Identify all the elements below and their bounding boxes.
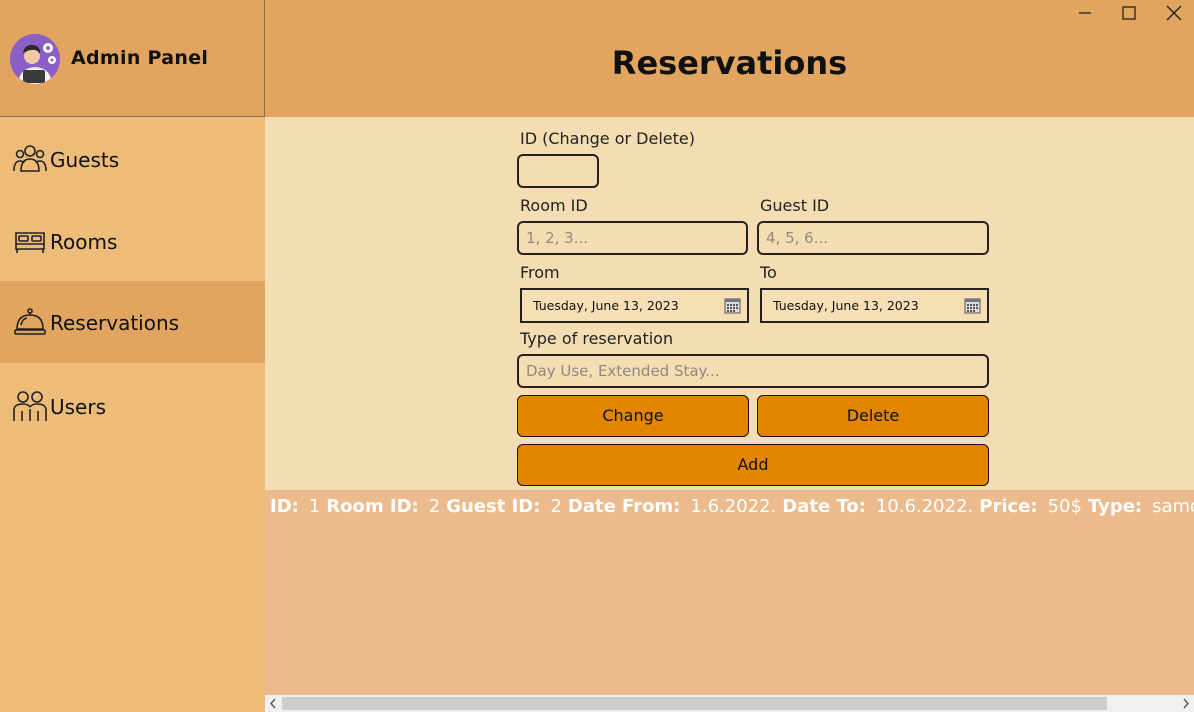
sidebar-item-label: Rooms bbox=[50, 230, 118, 254]
field-key: Price: bbox=[979, 496, 1038, 517]
field-value: 2 bbox=[428, 496, 441, 517]
id-label: ID (Change or Delete) bbox=[520, 129, 695, 148]
sidebar-item-guests[interactable]: Guests bbox=[0, 117, 265, 199]
maximize-icon[interactable] bbox=[1118, 2, 1140, 24]
minimize-icon[interactable] bbox=[1074, 2, 1096, 24]
field-key: Guest ID: bbox=[446, 496, 541, 517]
field-value: samo c bbox=[1152, 496, 1194, 517]
admin-avatar-icon bbox=[10, 34, 60, 84]
sidebar-item-label: Guests bbox=[50, 148, 120, 172]
field-value: 1 bbox=[308, 496, 321, 517]
scrollbar-thumb[interactable] bbox=[282, 697, 1107, 710]
from-label: From bbox=[520, 263, 560, 282]
from-date-picker[interactable]: Tuesday, June 13, 2023 bbox=[520, 288, 749, 323]
reservations-list[interactable]: ID: 1 Room ID: 2 Guest ID: 2 Date From: 1.6.202… bbox=[265, 490, 1194, 695]
users-icon bbox=[13, 391, 47, 421]
scroll-right-arrow-icon[interactable] bbox=[1177, 695, 1194, 712]
sidebar-item-label: Reservations bbox=[50, 311, 180, 335]
scroll-left-arrow-icon[interactable] bbox=[265, 695, 282, 712]
sidebar-item-reservations[interactable]: Reservations bbox=[0, 281, 265, 363]
horizontal-scrollbar[interactable] bbox=[265, 695, 1194, 712]
calendar-icon[interactable] bbox=[724, 297, 741, 314]
type-input[interactable] bbox=[517, 354, 989, 388]
guest-id-label: Guest ID bbox=[760, 196, 830, 215]
room-id-input[interactable] bbox=[517, 221, 748, 255]
change-button[interactable]: Change bbox=[517, 395, 749, 437]
guest-id-input[interactable] bbox=[757, 221, 989, 255]
add-button[interactable]: Add bbox=[517, 444, 989, 486]
sidebar-header: Admin Panel bbox=[0, 0, 265, 117]
id-input[interactable] bbox=[517, 154, 599, 188]
calendar-icon[interactable] bbox=[964, 297, 981, 314]
to-date-picker[interactable]: Tuesday, June 13, 2023 bbox=[760, 288, 989, 323]
field-key: Room ID: bbox=[326, 496, 419, 517]
sidebar-item-users[interactable]: Users bbox=[0, 363, 265, 445]
field-value: 2 bbox=[550, 496, 562, 517]
close-icon[interactable] bbox=[1163, 2, 1185, 24]
field-key: Date To: bbox=[782, 496, 866, 517]
from-date-value: Tuesday, June 13, 2023 bbox=[533, 298, 679, 313]
sidebar-title: Admin Panel bbox=[71, 47, 209, 69]
page-title: Reservations bbox=[611, 44, 848, 82]
guests-icon bbox=[13, 145, 47, 172]
bed-icon bbox=[15, 232, 45, 253]
field-value: 1.6.2022. bbox=[690, 496, 777, 517]
room-id-label: Room ID bbox=[520, 196, 588, 215]
to-label: To bbox=[760, 263, 777, 282]
list-item[interactable]: ID: 1 Room ID: 2 Guest ID: 2 Date From: 1.6.202… bbox=[270, 496, 1194, 517]
field-key: ID: bbox=[270, 496, 299, 517]
sidebar-item-rooms[interactable]: Rooms bbox=[0, 199, 265, 281]
to-date-value: Tuesday, June 13, 2023 bbox=[773, 298, 919, 313]
delete-button[interactable]: Delete bbox=[757, 395, 989, 437]
reception-bell-icon bbox=[14, 308, 46, 335]
field-key: Date From: bbox=[567, 496, 681, 517]
field-value: 50$ bbox=[1047, 496, 1082, 517]
field-key: Type: bbox=[1087, 496, 1143, 517]
sidebar-item-label: Users bbox=[50, 395, 107, 419]
type-label: Type of reservation bbox=[520, 329, 674, 348]
sidebar: Admin Panel Guests Rooms Reservations Us… bbox=[0, 0, 265, 712]
header: Reservations bbox=[265, 0, 1194, 117]
field-value: 10.6.2022. bbox=[875, 496, 974, 517]
